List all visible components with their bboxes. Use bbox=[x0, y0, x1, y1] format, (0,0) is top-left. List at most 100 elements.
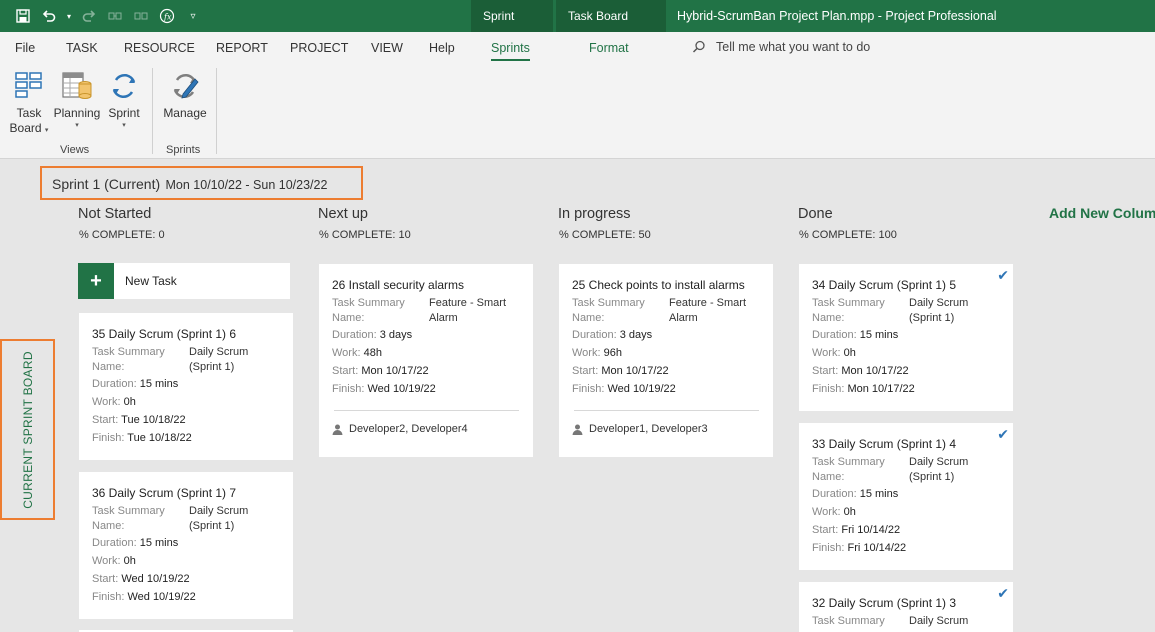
tab-view[interactable]: VIEW bbox=[371, 41, 403, 55]
card-summary: Task Summary Daily Scrum bbox=[812, 615, 969, 627]
ribbon-tabs: File TASK RESOURCE REPORT PROJECT VIEW H… bbox=[0, 32, 1155, 64]
card-finish: Finish: Mon 10/17/22 bbox=[812, 383, 915, 395]
task-card[interactable]: ✔ 33 Daily Scrum (Sprint 1) 4 Task Summa… bbox=[799, 423, 1013, 570]
sprint-button[interactable]: Sprint ▾ bbox=[105, 70, 143, 131]
sprint-header: Sprint 1 (Current) Mon 10/10/22 - Sun 10… bbox=[40, 166, 363, 200]
tab-help[interactable]: Help bbox=[429, 41, 455, 55]
new-task-button[interactable]: + New Task bbox=[78, 263, 290, 299]
card-summary-name: Name: (Sprint 1) bbox=[812, 312, 955, 324]
card-title: 32 Daily Scrum (Sprint 1) 3 bbox=[812, 596, 957, 610]
side-label-text: CURRENT SPRINT BOARD bbox=[20, 350, 35, 509]
card-duration: Duration: 15 mins bbox=[812, 329, 899, 341]
tab-resource[interactable]: RESOURCE bbox=[124, 41, 195, 55]
column-title-next-up: Next up bbox=[318, 206, 368, 222]
person-icon bbox=[332, 424, 343, 435]
checkmark-icon: ✔ bbox=[997, 267, 1009, 283]
tab-format[interactable]: Format bbox=[589, 41, 629, 55]
card-work: Work: 0h bbox=[92, 555, 136, 567]
card-resources: Developer2, Developer4 bbox=[332, 411, 521, 435]
column-pct-not-started: % COMPLETE: 0 bbox=[79, 229, 165, 241]
card-summary-name: Name: (Sprint 1) bbox=[92, 361, 235, 373]
card-resources: Developer1, Developer3 bbox=[572, 411, 761, 435]
sprint-dropdown-icon: ▾ bbox=[122, 122, 126, 129]
undo-dropdown-icon[interactable]: ▾ bbox=[64, 5, 74, 27]
svg-text:fx: fx bbox=[163, 13, 172, 22]
tab-file[interactable]: File bbox=[15, 41, 35, 55]
checkmark-icon: ✔ bbox=[997, 426, 1009, 442]
card-summary-name: Name: Alarm bbox=[332, 312, 458, 324]
unlink-tasks-icon[interactable] bbox=[130, 5, 152, 27]
sprint-dates: Mon 10/10/22 - Sun 10/23/22 bbox=[165, 178, 328, 192]
task-board-icon bbox=[15, 72, 42, 98]
card-title: 25 Check points to install alarms bbox=[572, 278, 745, 292]
task-card[interactable]: ✔ 32 Daily Scrum (Sprint 1) 3 Task Summa… bbox=[799, 582, 1013, 632]
person-icon bbox=[572, 424, 583, 435]
context-tab-sprint-tools[interactable]: Sprint Tools bbox=[471, 0, 553, 55]
column-title-done: Done bbox=[798, 206, 833, 222]
card-work: Work: 0h bbox=[92, 396, 136, 408]
card-summary-name: Name: (Sprint 1) bbox=[812, 471, 955, 483]
undo-icon[interactable] bbox=[38, 5, 60, 27]
search-icon bbox=[692, 40, 705, 53]
card-summary: Task Summary Feature - Smart bbox=[332, 297, 507, 309]
task-card[interactable]: 36 Daily Scrum (Sprint 1) 7 Task Summary… bbox=[79, 472, 293, 619]
ribbon: Task Board ▾ Planning ▾ Sprint ▾ Views M… bbox=[0, 64, 1155, 159]
card-work: Work: 0h bbox=[812, 506, 856, 518]
column-title-in-progress: In progress bbox=[558, 206, 631, 222]
card-summary: Task Summary Daily Scrum bbox=[812, 456, 969, 468]
tell-me-box[interactable]: Tell me what you want to do bbox=[692, 40, 870, 54]
manage-label: Manage bbox=[163, 106, 207, 120]
card-start: Start: Wed 10/19/22 bbox=[92, 573, 190, 585]
card-work: Work: 48h bbox=[332, 347, 382, 359]
card-start: Start: Mon 10/17/22 bbox=[332, 365, 429, 377]
link-tasks-icon[interactable] bbox=[104, 5, 126, 27]
card-finish: Finish: Wed 10/19/22 bbox=[332, 383, 436, 395]
card-work: Work: 96h bbox=[572, 347, 622, 359]
column-pct-next-up: % COMPLETE: 10 bbox=[319, 229, 411, 241]
card-people-names: Developer1, Developer3 bbox=[589, 423, 708, 435]
ribbon-separator bbox=[152, 68, 153, 154]
card-work: Work: 0h bbox=[812, 347, 856, 359]
tab-report[interactable]: REPORT bbox=[216, 41, 268, 55]
card-finish: Finish: Wed 10/19/22 bbox=[92, 591, 196, 603]
formula-icon[interactable]: fx bbox=[156, 5, 178, 27]
task-board-button[interactable]: Task Board ▾ bbox=[9, 70, 49, 136]
planning-button[interactable]: Planning ▾ bbox=[53, 70, 101, 131]
tab-sprints[interactable]: Sprints bbox=[491, 41, 530, 61]
manage-sprints-icon bbox=[173, 73, 199, 99]
ribbon-separator bbox=[216, 68, 217, 154]
planning-icon bbox=[62, 72, 92, 99]
new-task-label: New Task bbox=[125, 274, 177, 288]
redo-icon[interactable] bbox=[78, 5, 100, 27]
column-title-not-started: Not Started bbox=[78, 206, 152, 222]
task-card[interactable]: ✔ 34 Daily Scrum (Sprint 1) 5 Task Summa… bbox=[799, 264, 1013, 411]
sprint-name: Sprint 1 (Current) bbox=[52, 176, 161, 192]
card-title: 35 Daily Scrum (Sprint 1) 6 bbox=[92, 327, 237, 341]
tell-me-text: Tell me what you want to do bbox=[716, 40, 871, 54]
tab-project[interactable]: PROJECT bbox=[290, 41, 348, 55]
card-duration: Duration: 15 mins bbox=[812, 488, 899, 500]
group-label-sprints: Sprints bbox=[166, 144, 201, 156]
add-new-column-link[interactable]: Add New Colum bbox=[1049, 205, 1155, 221]
manage-button[interactable]: Manage bbox=[161, 70, 209, 121]
context-tab-task-board-tools[interactable]: Task Board Tools bbox=[556, 0, 666, 55]
document-title: Hybrid-ScrumBan Project Plan.mpp - Proje… bbox=[677, 9, 997, 23]
checkmark-icon: ✔ bbox=[997, 585, 1009, 601]
task-card[interactable]: 25 Check points to install alarms Task S… bbox=[559, 264, 773, 457]
card-duration: Duration: 3 days bbox=[332, 329, 413, 341]
card-people-names: Developer2, Developer4 bbox=[349, 423, 468, 435]
card-summary: Task Summary Daily Scrum bbox=[92, 505, 249, 517]
planning-dropdown-icon: ▾ bbox=[75, 122, 79, 129]
task-card[interactable]: 26 Install security alarms Task Summary F… bbox=[319, 264, 533, 457]
card-summary-name: Name: Alarm bbox=[572, 312, 698, 324]
card-duration: Duration: 3 days bbox=[572, 329, 653, 341]
card-title: 33 Daily Scrum (Sprint 1) 4 bbox=[812, 437, 957, 451]
customize-toolbar-icon[interactable]: ▿ bbox=[182, 5, 204, 27]
column-pct-in-progress: % COMPLETE: 50 bbox=[559, 229, 651, 241]
save-icon[interactable] bbox=[12, 5, 34, 27]
current-sprint-board-label: CURRENT SPRINT BOARD bbox=[0, 339, 55, 520]
card-title: 26 Install security alarms bbox=[332, 278, 465, 292]
planning-label: Planning bbox=[53, 106, 101, 120]
task-card[interactable]: 35 Daily Scrum (Sprint 1) 6 Task Summary… bbox=[79, 313, 293, 460]
tab-task[interactable]: TASK bbox=[66, 41, 98, 55]
